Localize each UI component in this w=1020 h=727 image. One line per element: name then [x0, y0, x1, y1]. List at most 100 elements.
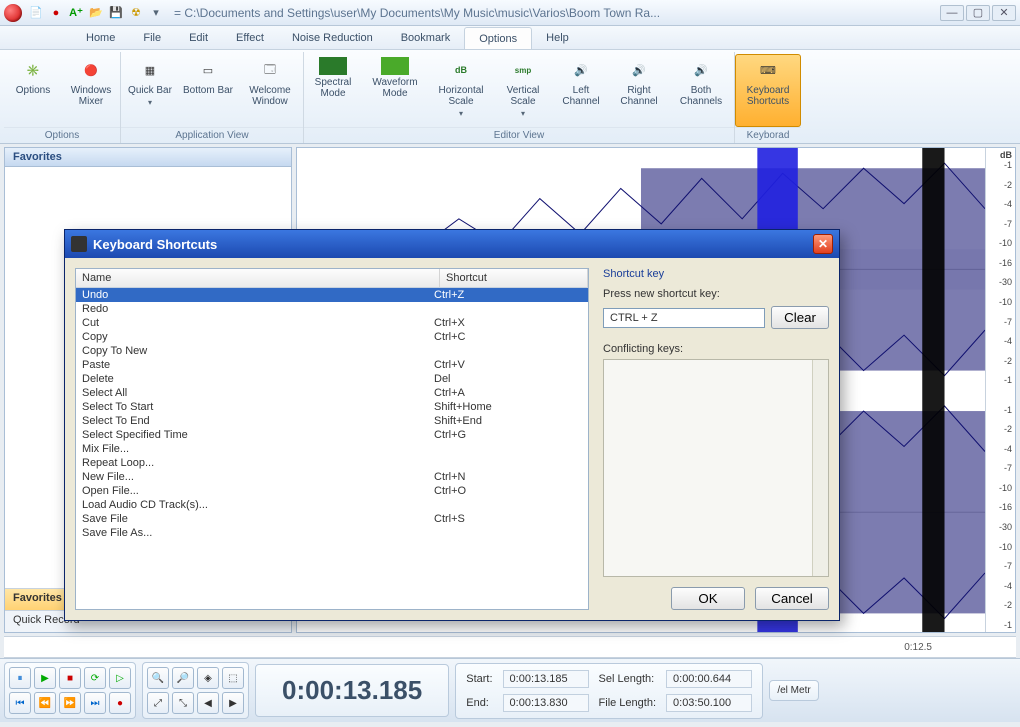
shortcut-list-body[interactable]: UndoCtrl+ZRedoCutCtrl+XCopyCtrl+CCopy To…	[76, 288, 588, 609]
menu-noise-reduction[interactable]: Noise Reduction	[278, 26, 387, 49]
qat-dropdown[interactable]: ▾	[148, 5, 164, 21]
go-start-button[interactable]: ⏮	[9, 692, 31, 714]
zoom-fit-button[interactable]: ⬚	[222, 667, 244, 689]
end-value[interactable]: 0:00:13.830	[503, 694, 589, 712]
windows-mixer-button[interactable]: 🔴Windows Mixer	[62, 54, 120, 127]
list-item[interactable]: CutCtrl+X	[76, 316, 588, 330]
forward-button[interactable]: ⏩	[59, 692, 81, 714]
shortcut-input[interactable]: CTRL + Z	[603, 308, 765, 328]
zoom-vin-button[interactable]: ⤢	[147, 692, 169, 714]
both-channels-button[interactable]: 🔊Both Channels	[668, 54, 734, 127]
press-label: Press new shortcut key:	[603, 288, 829, 300]
list-item[interactable]: Save FileCtrl+S	[76, 512, 588, 526]
list-item[interactable]: Repeat Loop...	[76, 456, 588, 470]
col-shortcut-header[interactable]: Shortcut	[440, 269, 588, 287]
db-scale: dB -1-2-4-7-10-16-30-10-7-4-2-1-1-2-4-7-…	[985, 148, 1015, 632]
list-item[interactable]: Copy To New	[76, 344, 588, 358]
timeline[interactable]: 0:12.5	[4, 636, 1016, 658]
menu-bookmark[interactable]: Bookmark	[387, 26, 465, 49]
menu-file[interactable]: File	[129, 26, 175, 49]
left-channel-button[interactable]: 🔊Left Channel	[552, 54, 610, 127]
gear-icon: ✳️	[20, 57, 46, 83]
menu-effect[interactable]: Effect	[222, 26, 278, 49]
quick-bar-button[interactable]: ▦Quick Bar	[121, 54, 179, 127]
zoom-right-button[interactable]: ▶	[222, 692, 244, 714]
menu-help[interactable]: Help	[532, 26, 583, 49]
editorview-group-label: Editor View	[304, 127, 734, 143]
meter-label: /el Metr	[774, 685, 814, 696]
zoom-left-button[interactable]: ◀	[197, 692, 219, 714]
list-item[interactable]: Save File As...	[76, 526, 588, 540]
bottom-bar-button[interactable]: ▭Bottom Bar	[179, 54, 237, 127]
list-item[interactable]: Select To EndShift+End	[76, 414, 588, 428]
vertical-scale-button[interactable]: smpVertical Scale	[494, 54, 552, 127]
keyboard-shortcuts-button[interactable]: ⌨Keyboard Shortcuts	[735, 54, 801, 127]
zoom-in-button[interactable]: 🔍	[147, 667, 169, 689]
menu-home[interactable]: Home	[72, 26, 129, 49]
cancel-button[interactable]: Cancel	[755, 587, 829, 610]
chevron-down-icon	[521, 107, 525, 119]
list-item[interactable]: UndoCtrl+Z	[76, 288, 588, 302]
dialog-titlebar[interactable]: Keyboard Shortcuts ✕	[65, 230, 839, 258]
zoom-sel-button[interactable]: ◈	[197, 667, 219, 689]
level-meter: /el Metr	[769, 680, 819, 701]
list-item[interactable]: New File...Ctrl+N	[76, 470, 588, 484]
biohazard-icon[interactable]: ☢	[128, 5, 144, 21]
list-item[interactable]: Select Specified TimeCtrl+G	[76, 428, 588, 442]
scrollbar[interactable]	[812, 360, 828, 576]
list-item[interactable]: CopyCtrl+C	[76, 330, 588, 344]
clear-button[interactable]: Clear	[771, 306, 829, 329]
ok-button[interactable]: OK	[671, 587, 745, 610]
pause-button[interactable]: ⏸	[9, 667, 31, 689]
play-region-button[interactable]: ▷	[109, 667, 131, 689]
start-label: Start:	[466, 673, 492, 685]
zoom-vout-button[interactable]: ⤡	[172, 692, 194, 714]
file-length-label: File Length:	[599, 697, 656, 709]
close-button[interactable]: ✕	[992, 5, 1016, 21]
maximize-button[interactable]: ▢	[966, 5, 990, 21]
spectral-mode-button[interactable]: Spectral Mode	[304, 54, 362, 127]
col-name-header[interactable]: Name	[76, 269, 440, 287]
play-loop-button[interactable]: ⟳	[84, 667, 106, 689]
list-item[interactable]: DeleteDel	[76, 372, 588, 386]
play-button[interactable]: ▶	[34, 667, 56, 689]
quick-access-toolbar: 📄 ● A⁺ 📂 💾 ☢ ▾	[28, 5, 164, 21]
go-end-button[interactable]: ⏭	[84, 692, 106, 714]
list-item[interactable]: Redo	[76, 302, 588, 316]
list-item[interactable]: Mix File...	[76, 442, 588, 456]
save-icon[interactable]: 💾	[108, 5, 124, 21]
list-item[interactable]: Open File...Ctrl+O	[76, 484, 588, 498]
window-title: = C:\Documents and Settings\user\My Docu…	[174, 6, 938, 20]
welcome-window-button[interactable]: 🗔Welcome Window	[237, 54, 303, 127]
list-item[interactable]: PasteCtrl+V	[76, 358, 588, 372]
open-folder-icon[interactable]: 📂	[88, 5, 104, 21]
sel-length-value[interactable]: 0:00:00.644	[666, 670, 752, 688]
record-button[interactable]: ●	[109, 692, 131, 714]
text-style-icon[interactable]: A⁺	[68, 5, 84, 21]
appview-group-label: Application View	[121, 127, 303, 143]
menu-edit[interactable]: Edit	[175, 26, 222, 49]
zoom-out-button[interactable]: 🔎	[172, 667, 194, 689]
options-button[interactable]: ✳️Options	[4, 54, 62, 127]
start-value[interactable]: 0:00:13.185	[503, 670, 589, 688]
file-length-value: 0:03:50.100	[666, 694, 752, 712]
record-dot-icon[interactable]: ●	[48, 5, 64, 21]
dialog-close-button[interactable]: ✕	[813, 234, 833, 254]
menu-options[interactable]: Options	[464, 27, 532, 49]
right-channel-button[interactable]: 🔊Right Channel	[610, 54, 668, 127]
horizontal-scale-button[interactable]: dBHorizontal Scale	[428, 54, 494, 127]
list-item[interactable]: Select AllCtrl+A	[76, 386, 588, 400]
stop-button[interactable]: ■	[59, 667, 81, 689]
waveform-mode-button[interactable]: Waveform Mode	[362, 54, 428, 127]
rewind-button[interactable]: ⏪	[34, 692, 56, 714]
waveform-icon	[381, 57, 409, 75]
options-group-label: Options	[4, 127, 120, 143]
keyboard-group-label: Keyborad	[735, 127, 801, 143]
list-item[interactable]: Load Audio CD Track(s)...	[76, 498, 588, 512]
title-bar: 📄 ● A⁺ 📂 💾 ☢ ▾ = C:\Documents and Settin…	[0, 0, 1020, 26]
shortcut-key-heading: Shortcut key	[603, 268, 829, 280]
window-icon: 🗔	[257, 57, 283, 83]
new-file-icon[interactable]: 📄	[28, 5, 44, 21]
minimize-button[interactable]: —	[940, 5, 964, 21]
list-item[interactable]: Select To StartShift+Home	[76, 400, 588, 414]
